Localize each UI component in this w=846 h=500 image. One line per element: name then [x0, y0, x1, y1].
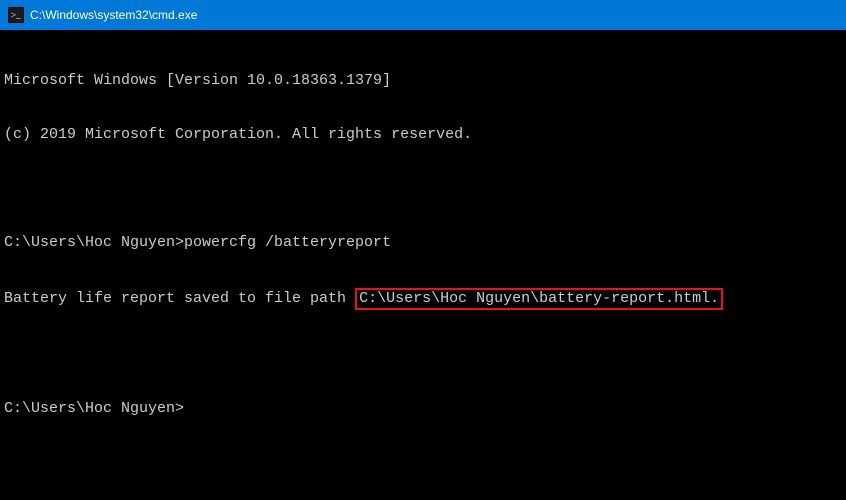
window-titlebar[interactable]: >_ C:\Windows\system32\cmd.exe — [0, 0, 846, 30]
output-highlighted-path: C:\Users\Hoc Nguyen\battery-report.html. — [355, 288, 723, 310]
prompt-path: C:\Users\Hoc Nguyen> — [4, 400, 184, 418]
copyright-line: (c) 2019 Microsoft Corporation. All righ… — [4, 126, 842, 144]
current-prompt-line: C:\Users\Hoc Nguyen> — [4, 400, 842, 418]
svg-text:>_: >_ — [11, 10, 21, 20]
console-output[interactable]: Microsoft Windows [Version 10.0.18363.13… — [0, 30, 846, 442]
output-prefix: Battery life report saved to file path — [4, 290, 355, 307]
prompt-path: C:\Users\Hoc Nguyen> — [4, 234, 184, 251]
version-line: Microsoft Windows [Version 10.0.18363.13… — [4, 72, 842, 90]
cmd-icon: >_ — [8, 7, 24, 23]
blank-line — [4, 180, 842, 198]
window-title: C:\Windows\system32\cmd.exe — [30, 8, 197, 22]
output-line: Battery life report saved to file path C… — [4, 288, 842, 310]
command-line: C:\Users\Hoc Nguyen>powercfg /batteryrep… — [4, 234, 842, 252]
command-text: powercfg /batteryreport — [184, 234, 391, 251]
blank-line — [4, 346, 842, 364]
